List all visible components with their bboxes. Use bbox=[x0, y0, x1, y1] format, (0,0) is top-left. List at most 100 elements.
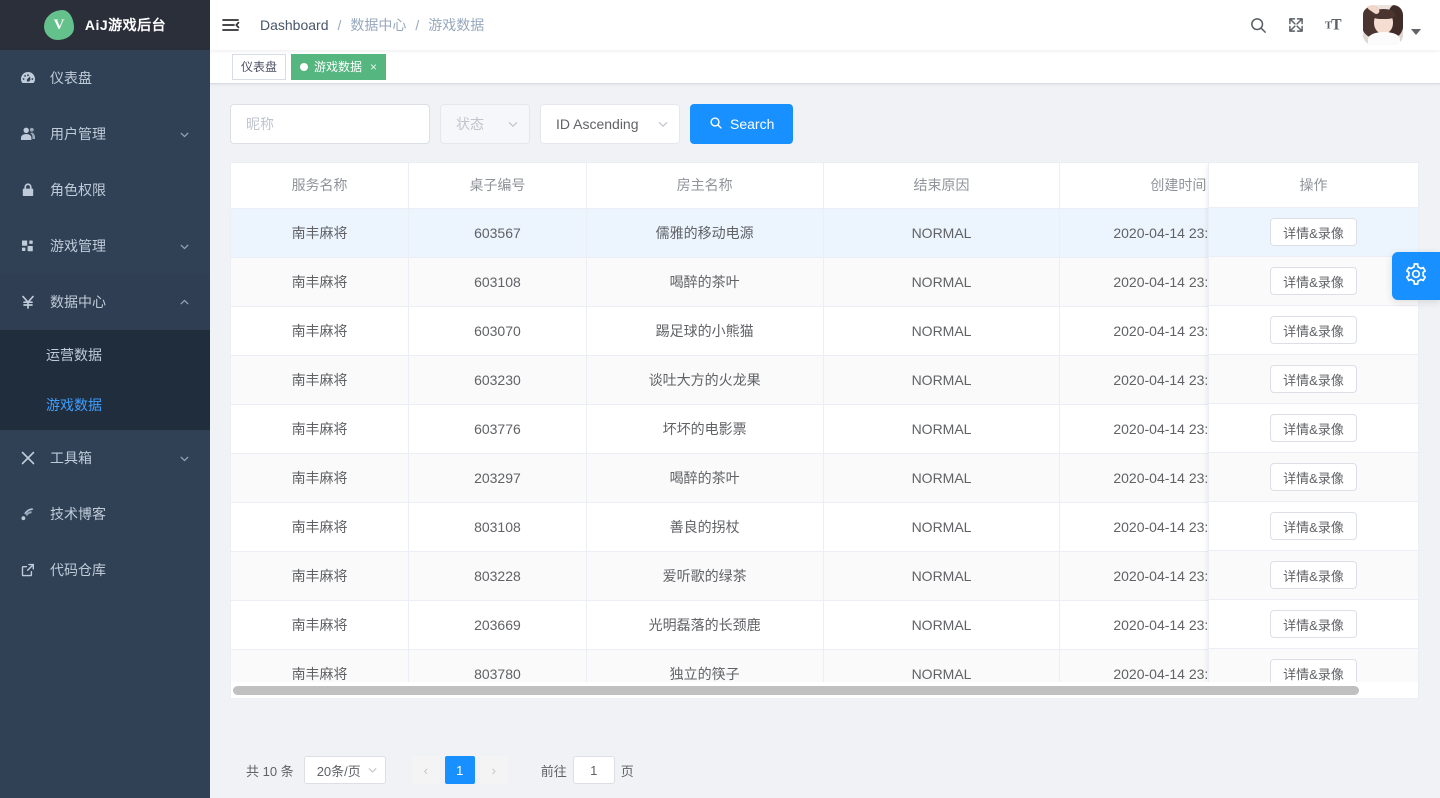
cell-owner: 爱听歌的绿茶 bbox=[586, 551, 823, 600]
cell-table-no: 603776 bbox=[409, 404, 587, 453]
fullscreen-icon[interactable] bbox=[1277, 0, 1315, 50]
column-header-reason[interactable]: 结束原因 bbox=[823, 163, 1060, 208]
search-button[interactable]: Search bbox=[690, 104, 793, 144]
cell-owner: 独立的筷子 bbox=[586, 649, 823, 682]
sidebar-item-data-center[interactable]: 数据中心 bbox=[0, 274, 210, 330]
detail-recording-button[interactable]: 详情&录像 bbox=[1270, 267, 1357, 295]
detail-recording-button[interactable]: 详情&录像 bbox=[1270, 561, 1357, 589]
cell-reason: NORMAL bbox=[823, 551, 1060, 600]
sidebar-item-label: 技术博客 bbox=[50, 504, 190, 524]
hamburger-icon[interactable] bbox=[210, 0, 252, 50]
order-select[interactable]: ID Ascending bbox=[540, 104, 680, 144]
jump-page-input[interactable] bbox=[573, 756, 615, 784]
tag-dashboard[interactable]: 仪表盘 bbox=[232, 54, 286, 80]
cell-owner: 喝醉的茶叶 bbox=[586, 453, 823, 502]
cell-service: 南丰麻将 bbox=[231, 649, 409, 682]
fixed-action-column: 操作 详情&录像详情&录像详情&录像详情&录像详情&录像详情&录像详情&录像详情… bbox=[1208, 163, 1418, 682]
sidebar-item-dashboard[interactable]: 仪表盘 bbox=[0, 50, 210, 106]
search-icon[interactable] bbox=[1239, 0, 1277, 50]
cell-reason: NORMAL bbox=[823, 502, 1060, 551]
cell-service: 南丰麻将 bbox=[231, 404, 409, 453]
page-size-select[interactable]: 20条/页 bbox=[304, 756, 386, 784]
tag-label: 仪表盘 bbox=[241, 58, 277, 75]
cell-service: 南丰麻将 bbox=[231, 257, 409, 306]
sidebar-subitem-label: 游戏数据 bbox=[46, 395, 102, 415]
pagination-prev-button[interactable]: ‹ bbox=[412, 756, 440, 784]
detail-recording-button[interactable]: 详情&录像 bbox=[1270, 610, 1357, 638]
yuan-icon bbox=[20, 294, 44, 310]
status-select[interactable]: 状态 bbox=[440, 104, 530, 144]
pagination-total: 共 10 条 bbox=[246, 761, 294, 780]
order-select-value: ID Ascending bbox=[556, 116, 639, 132]
pagination: 共 10 条 20条/页 ‹ 1 › 前往 页 bbox=[230, 756, 1420, 784]
svg-text:T: T bbox=[1331, 17, 1342, 34]
nickname-input[interactable] bbox=[230, 104, 430, 144]
cell-reason: NORMAL bbox=[823, 453, 1060, 502]
action-cell: 详情&录像 bbox=[1209, 453, 1418, 502]
action-cell: 详情&录像 bbox=[1209, 649, 1418, 682]
detail-recording-button[interactable]: 详情&录像 bbox=[1270, 512, 1357, 540]
scrollbar-thumb[interactable] bbox=[233, 686, 1359, 695]
close-icon[interactable]: × bbox=[370, 61, 377, 73]
breadcrumb-item-0[interactable]: Dashboard bbox=[260, 17, 329, 33]
sidebar-item-label: 工具箱 bbox=[50, 448, 178, 468]
column-header-service[interactable]: 服务名称 bbox=[231, 163, 409, 208]
pagination-page-1[interactable]: 1 bbox=[445, 756, 475, 784]
sidebar-item-tech-blog[interactable]: 技术博客 bbox=[0, 486, 210, 542]
table-horizontal-scrollbar[interactable] bbox=[230, 682, 1419, 699]
action-cell: 详情&录像 bbox=[1209, 551, 1418, 600]
status-select-value: 状态 bbox=[456, 114, 484, 134]
sidebar-submenu-data-center: 运营数据 游戏数据 bbox=[0, 330, 210, 430]
cell-owner: 儒雅的移动电源 bbox=[586, 208, 823, 257]
cell-service: 南丰麻将 bbox=[231, 306, 409, 355]
data-table: 服务名称 桌子编号 房主名称 结束原因 创建时间 开始时间 结束时间 南丰麻将6… bbox=[230, 162, 1419, 682]
page-size-value: 20条/页 bbox=[317, 761, 361, 780]
tag-game-data[interactable]: 游戏数据 × bbox=[291, 54, 386, 80]
action-cell: 详情&录像 bbox=[1209, 355, 1418, 404]
sidebar-item-label: 用户管理 bbox=[50, 124, 178, 144]
column-header-table-no[interactable]: 桌子编号 bbox=[409, 163, 587, 208]
fixed-action-body: 详情&录像详情&录像详情&录像详情&录像详情&录像详情&录像详情&录像详情&录像… bbox=[1209, 208, 1418, 682]
rss-icon bbox=[20, 506, 44, 522]
settings-panel-button[interactable] bbox=[1392, 252, 1440, 300]
sidebar-subitem-label: 运营数据 bbox=[46, 345, 102, 365]
breadcrumb-separator: / bbox=[415, 17, 419, 33]
sidebar-item-toolbox[interactable]: 工具箱 bbox=[0, 430, 210, 486]
tag-active-dot-icon bbox=[300, 63, 308, 71]
pagination-next-button[interactable]: › bbox=[480, 756, 508, 784]
detail-recording-button[interactable]: 详情&录像 bbox=[1270, 316, 1357, 344]
tags-view: 仪表盘 游戏数据 × bbox=[210, 50, 1440, 84]
cell-owner: 踢足球的小熊猫 bbox=[586, 306, 823, 355]
sidebar-item-game-management[interactable]: 游戏管理 bbox=[0, 218, 210, 274]
detail-recording-button[interactable]: 详情&录像 bbox=[1270, 414, 1357, 442]
chevron-down-icon bbox=[178, 128, 190, 140]
sidebar-item-code-repo[interactable]: 代码仓库 bbox=[0, 542, 210, 598]
cell-service: 南丰麻将 bbox=[231, 208, 409, 257]
sidebar-item-label: 数据中心 bbox=[50, 292, 178, 312]
logo-title: AiJ游戏后台 bbox=[85, 15, 166, 35]
detail-recording-button[interactable]: 详情&录像 bbox=[1270, 365, 1357, 393]
breadcrumb-item-1[interactable]: 数据中心 bbox=[350, 15, 406, 35]
detail-recording-button[interactable]: 详情&录像 bbox=[1270, 218, 1357, 246]
logo-mark-letter: V bbox=[54, 18, 64, 33]
detail-recording-button[interactable]: 详情&录像 bbox=[1270, 659, 1357, 682]
sidebar-item-role-permission[interactable]: 角色权限 bbox=[0, 162, 210, 218]
action-cell: 详情&录像 bbox=[1209, 257, 1418, 306]
cell-table-no: 803108 bbox=[409, 502, 587, 551]
avatar-dropdown[interactable] bbox=[1363, 5, 1425, 45]
logo[interactable]: V AiJ游戏后台 bbox=[0, 0, 210, 50]
cell-table-no: 603108 bbox=[409, 257, 587, 306]
column-header-owner[interactable]: 房主名称 bbox=[586, 163, 823, 208]
cell-service: 南丰麻将 bbox=[231, 355, 409, 404]
filter-bar: 状态 ID Ascending Search bbox=[230, 104, 1420, 144]
sidebar-item-operation-data[interactable]: 运营数据 bbox=[0, 330, 210, 380]
sidebar-item-user-management[interactable]: 用户管理 bbox=[0, 106, 210, 162]
cell-service: 南丰麻将 bbox=[231, 551, 409, 600]
breadcrumb-item-2[interactable]: 游戏数据 bbox=[428, 15, 484, 35]
main-container: Dashboard / 数据中心 / 游戏数据 T T bbox=[210, 0, 1440, 798]
sidebar-item-game-data[interactable]: 游戏数据 bbox=[0, 380, 210, 430]
sidebar-item-label: 代码仓库 bbox=[50, 560, 190, 580]
detail-recording-button[interactable]: 详情&录像 bbox=[1270, 463, 1357, 491]
app-main: 状态 ID Ascending Search bbox=[210, 84, 1440, 798]
text-size-icon[interactable]: T T bbox=[1315, 0, 1353, 50]
